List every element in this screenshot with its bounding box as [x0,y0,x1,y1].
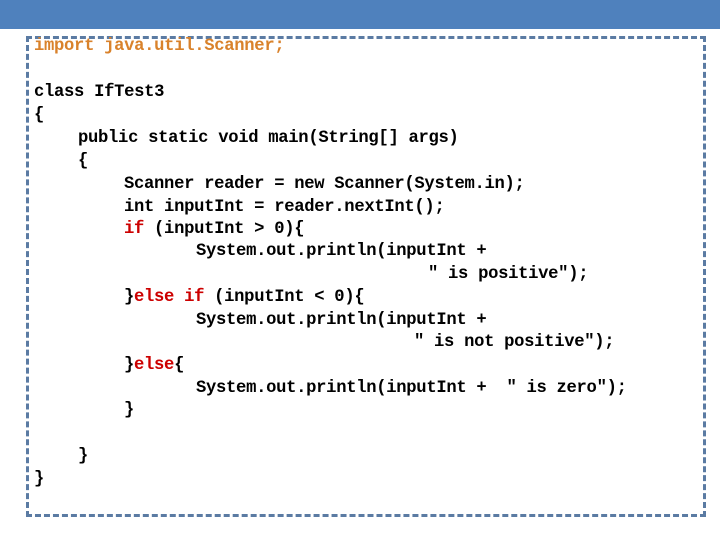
code-line-println-negative: System.out.println(inputInt + [196,311,487,330]
code-line-class: class IfTest3 [34,83,165,102]
keyword-if: if [184,288,205,307]
code-line-scanner: Scanner reader = new Scanner(System.in); [124,175,525,194]
code-line-println-positive: System.out.println(inputInt + [196,242,487,261]
code-line-println-zero: System.out.println(inputInt + " is zero"… [196,379,627,398]
keyword-else: else [134,356,175,375]
code-line-close-else: } [124,401,135,420]
code-line-string-negative: " is not positive"); [414,333,615,352]
close-brace: } [124,288,135,307]
code-line-open-class: { [34,106,45,125]
if-condition: (inputInt > 0){ [144,220,305,239]
close-brace: } [124,356,135,375]
keyword-else: else [134,288,175,307]
code-line-string-positive: " is positive"); [428,265,589,284]
code-line-else: }else{ [124,356,184,376]
code-line-main: public static void main(String[] args) [78,129,459,148]
code-line-close-main: } [78,447,89,466]
code-line-open-main: { [78,152,89,171]
code-line-else-if: }else if (inputInt < 0){ [124,288,365,308]
code-line-import: import java.util.Scanner; [34,37,285,56]
code-line-if: if (inputInt > 0){ [124,220,305,240]
header-bar [0,0,720,29]
else-if-condition: (inputInt < 0){ [204,288,365,307]
code-line-close-class: } [34,470,45,489]
keyword-if: if [124,220,145,239]
open-brace: { [174,356,185,375]
code-box [26,36,706,517]
code-line-int: int inputInt = reader.nextInt(); [124,198,445,217]
